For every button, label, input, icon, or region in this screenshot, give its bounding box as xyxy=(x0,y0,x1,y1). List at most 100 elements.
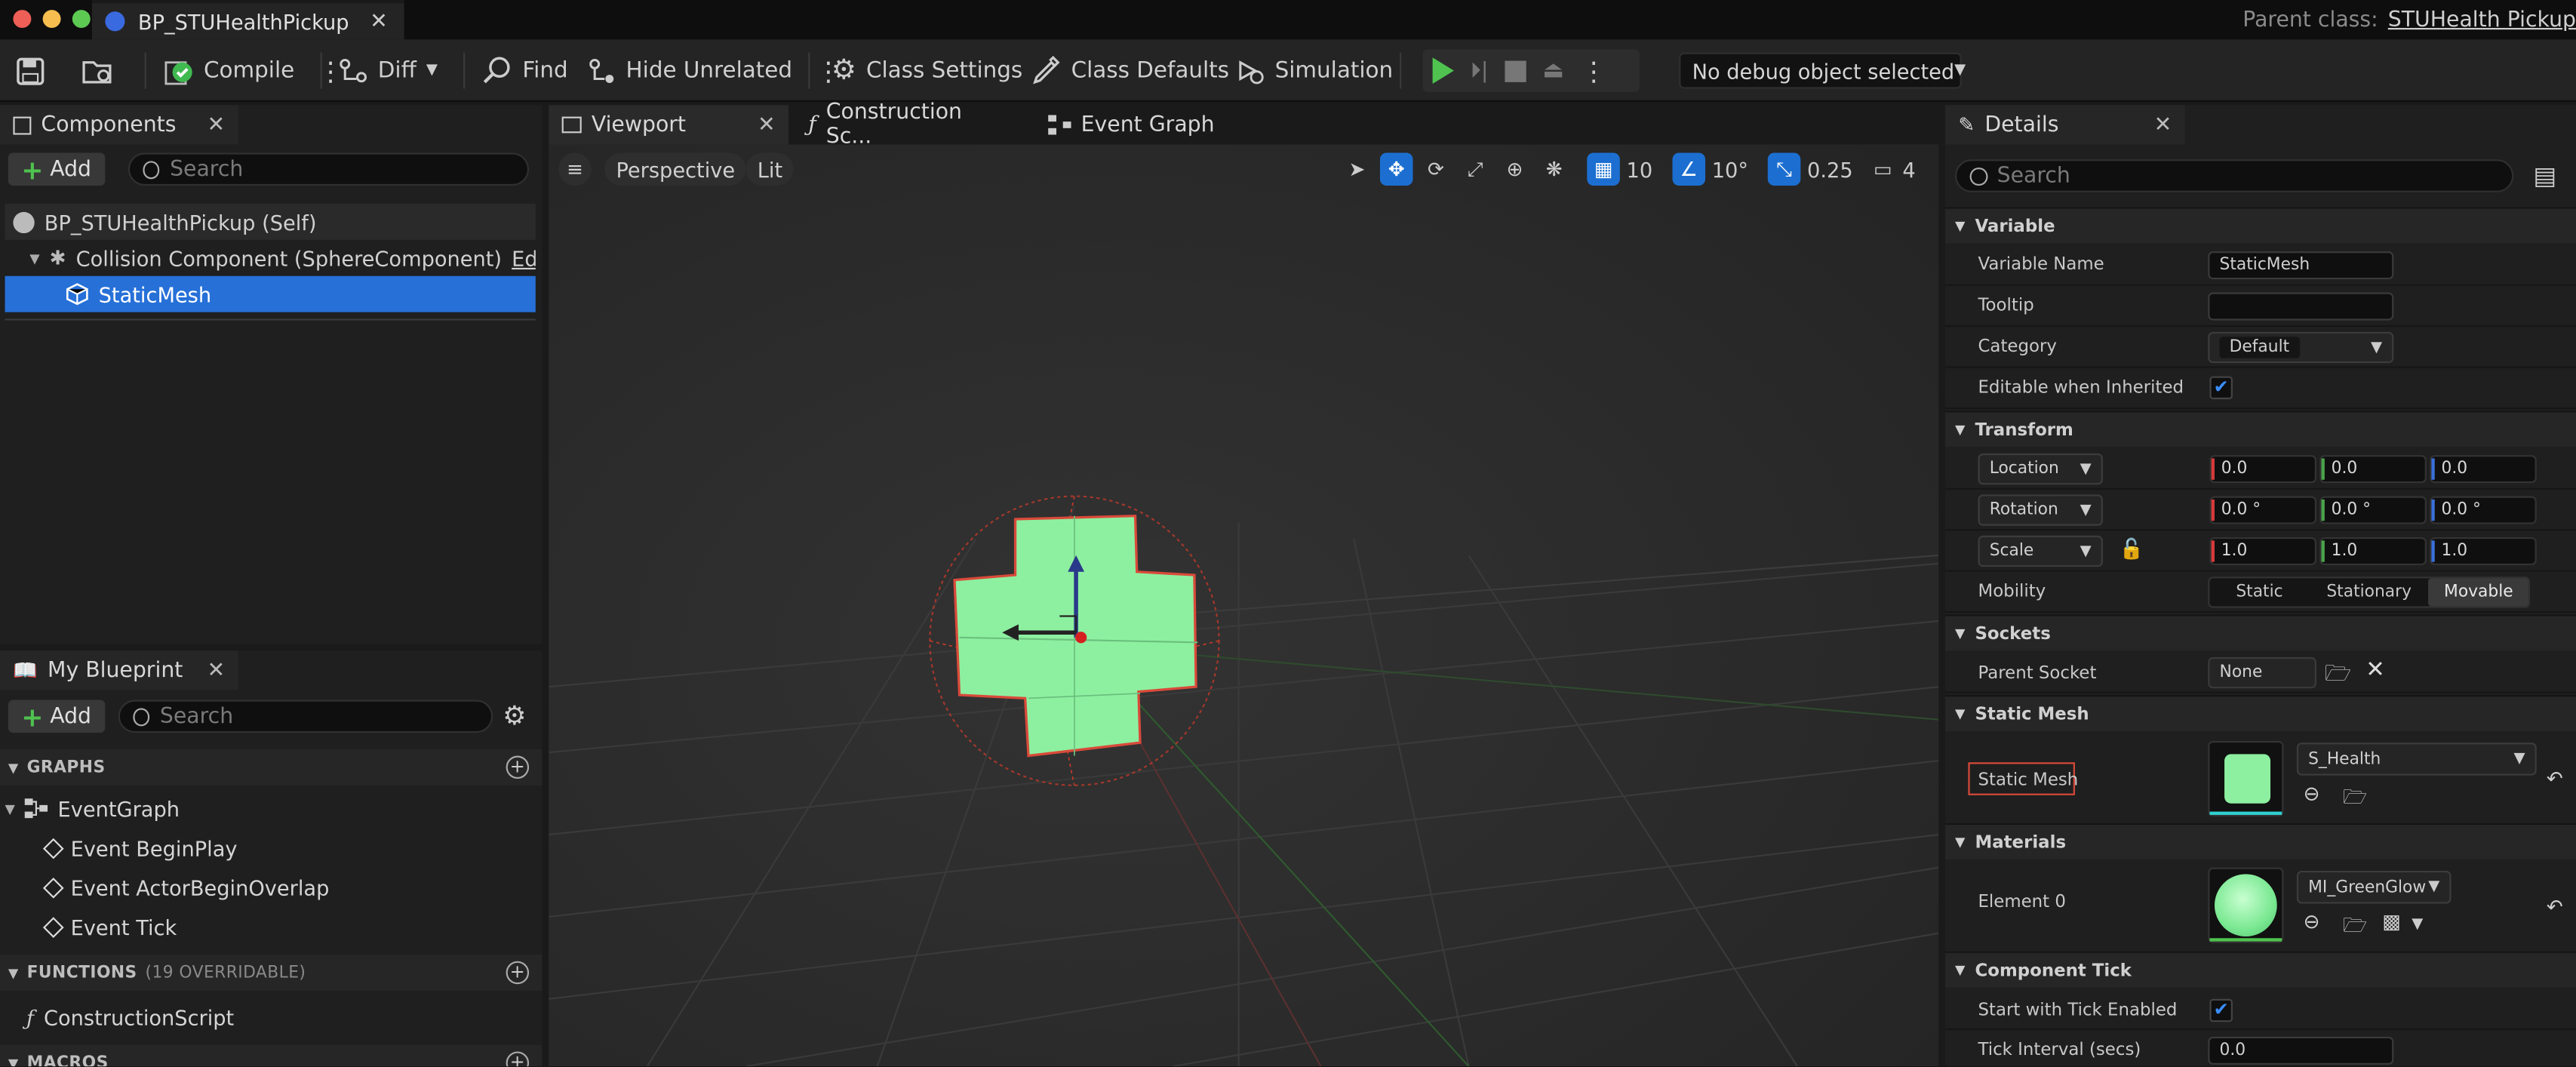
event-item[interactable]: Event ActorBeginOverlap xyxy=(42,868,329,907)
rotate-icon[interactable]: ⟳ xyxy=(1419,152,1452,186)
static-mesh-combo[interactable]: S_Health ▼ xyxy=(2296,743,2537,776)
perspective-button[interactable]: Perspective xyxy=(604,152,747,186)
scale-mode-combo[interactable]: Scale ▼ xyxy=(1978,535,2103,567)
minimize-window-button[interactable] xyxy=(42,10,61,29)
camera-speed[interactable]: ▭ 4 xyxy=(1870,152,1916,186)
reset-arrow-icon[interactable]: ↶ xyxy=(2547,896,2563,918)
select-cursor-icon[interactable]: ➤ xyxy=(1341,152,1374,186)
scale-x-field[interactable]: 1.0 xyxy=(2209,537,2316,565)
details-search[interactable] xyxy=(1954,159,2514,192)
event-item[interactable]: Event BeginPlay xyxy=(42,828,238,867)
materials-section[interactable]: ▼ Materials xyxy=(1944,823,2576,859)
class-defaults-button[interactable]: Class Defaults xyxy=(1031,39,1229,102)
parent-socket-field[interactable]: None xyxy=(2208,656,2316,689)
asset-tab[interactable]: BP_STUHealthPickup ✕ xyxy=(91,0,404,40)
transform-section[interactable]: ▼ Transform xyxy=(1944,411,2576,447)
material-combo[interactable]: MI_GreenGlow ▼ xyxy=(2296,870,2452,904)
maximize-window-button[interactable] xyxy=(72,10,91,29)
tab-event-graph[interactable]: Event Graph xyxy=(1035,105,1232,144)
my-blueprint-tab[interactable]: 📖 My Blueprint ✕ xyxy=(0,650,238,690)
static-mesh-section[interactable]: ▼ Static Mesh xyxy=(1944,694,2576,731)
find-button[interactable]: Find xyxy=(483,39,568,102)
checker-texture-icon[interactable]: ▩ xyxy=(2382,910,2401,933)
play-options-icon[interactable]: ⋮ xyxy=(1581,55,1607,86)
rotation-mode-combo[interactable]: Rotation ▼ xyxy=(1978,494,2103,526)
material-thumbnail[interactable] xyxy=(2208,867,2284,943)
components-search-input[interactable] xyxy=(170,156,527,182)
tree-item-collision[interactable]: ▼ ✱ Collision Component (SphereComponent… xyxy=(29,240,536,276)
details-search-input[interactable] xyxy=(1997,163,2513,189)
variable-name-field[interactable]: StaticMesh xyxy=(2208,251,2394,280)
graphs-section[interactable]: ▼ GRAPHS + xyxy=(0,749,543,786)
category-combo[interactable]: Default ▼ xyxy=(2208,331,2394,364)
mobility-movable[interactable]: Movable xyxy=(2428,578,2528,607)
close-window-button[interactable] xyxy=(13,10,32,29)
scale-y-field[interactable]: 1.0 xyxy=(2319,537,2427,565)
rotation-y-field[interactable]: 0.0 ° xyxy=(2319,496,2427,524)
debug-object-select[interactable]: No debug object selected ▼ xyxy=(1679,52,1966,89)
lock-icon[interactable]: 🔓 xyxy=(2120,537,2144,560)
static-mesh-thumbnail[interactable] xyxy=(2208,740,2284,817)
surface-snapping-icon[interactable]: ❋ xyxy=(1538,152,1571,186)
class-settings-button[interactable]: ⚙ Class Settings xyxy=(832,39,1023,102)
event-graph-item[interactable]: ▼ EventGraph xyxy=(5,789,180,828)
clear-x-icon[interactable]: ✕ xyxy=(2365,657,2385,684)
grid-snap[interactable]: ▦ 10 xyxy=(1587,152,1652,186)
sockets-section[interactable]: ▼ Sockets xyxy=(1944,614,2576,651)
mobility-stationary[interactable]: Stationary xyxy=(2309,583,2428,601)
close-icon[interactable]: ✕ xyxy=(758,112,776,137)
close-icon[interactable]: ✕ xyxy=(2154,112,2172,137)
save-button[interactable] xyxy=(17,39,45,102)
tooltip-field[interactable] xyxy=(2208,292,2394,321)
component-tick-section[interactable]: ▼ Component Tick xyxy=(1944,951,2576,988)
components-tab[interactable]: Components ✕ xyxy=(0,105,238,145)
close-icon[interactable]: ✕ xyxy=(207,112,226,137)
socket-browse-icon[interactable]: 🗁 xyxy=(2325,659,2351,695)
diff-button[interactable]: Diff ▼ xyxy=(339,39,438,102)
location-z-field[interactable]: 0.0 xyxy=(2430,455,2537,484)
collapse-arrow-icon[interactable]: ▼ xyxy=(5,801,15,816)
tree-item-self[interactable]: BP_STUHealthPickup (Self) xyxy=(13,204,317,240)
construction-script-item[interactable]: ƒ ConstructionScript xyxy=(26,998,234,1037)
play-icon[interactable] xyxy=(1432,57,1454,85)
browse-button[interactable] xyxy=(82,39,113,102)
rotation-snap[interactable]: ∠ 10° xyxy=(1672,152,1748,186)
browse-asset-icon[interactable]: 🗁 xyxy=(2343,782,2367,816)
location-x-field[interactable]: 0.0 xyxy=(2209,455,2316,484)
event-item[interactable]: Event Tick xyxy=(42,907,177,946)
details-tab[interactable]: ✎ Details ✕ xyxy=(1944,105,2185,145)
rotation-x-field[interactable]: 0.0 ° xyxy=(2209,496,2316,524)
macros-section[interactable]: ▼ MACROS + xyxy=(0,1044,543,1067)
variable-section[interactable]: ▼ Variable xyxy=(1944,207,2576,244)
tree-item-staticmesh[interactable]: StaticMesh xyxy=(66,276,211,312)
use-selected-icon[interactable]: ⊖ xyxy=(2304,910,2320,933)
scale-z-field[interactable]: 1.0 xyxy=(2430,537,2537,565)
close-icon[interactable]: ✕ xyxy=(370,9,388,34)
edit-in-cpp-link[interactable]: Edit in C++ xyxy=(512,246,536,271)
settings-gear-icon[interactable]: ⚙ xyxy=(503,700,526,731)
move-arrows-icon[interactable]: ✥ xyxy=(1379,152,1413,186)
add-macro-icon[interactable]: + xyxy=(506,1051,530,1067)
viewport[interactable]: ≡ Perspective Lit ➤ ✥ ⟳ ⤢ ⊕ ❋ ▦ 10 ∠ 10°… xyxy=(549,144,1939,1067)
my-blueprint-search[interactable] xyxy=(118,700,493,733)
world-coordinates-icon[interactable]: ⊕ xyxy=(1499,152,1532,186)
hide-unrelated-button[interactable]: Hide Unrelated ⋮ xyxy=(588,39,841,102)
viewport-scene[interactable] xyxy=(549,144,1939,1067)
functions-section[interactable]: ▼ FUNCTIONS (19 OVERRIDABLE) + xyxy=(0,955,543,991)
location-y-field[interactable]: 0.0 xyxy=(2319,455,2427,484)
editable-inherited-checkbox[interactable]: ✔ xyxy=(2209,376,2233,400)
chevron-down-icon[interactable]: ▼ xyxy=(2412,917,2423,933)
stop-icon[interactable] xyxy=(1505,60,1526,81)
compile-button[interactable]: Compile ⋮ xyxy=(164,39,344,102)
browse-asset-icon[interactable]: 🗁 xyxy=(2343,910,2367,945)
add-graph-icon[interactable]: + xyxy=(506,755,530,779)
scale-snap[interactable]: ⤡ 0.25 xyxy=(1767,152,1853,186)
scale-icon[interactable]: ⤢ xyxy=(1459,152,1492,186)
start-tick-checkbox[interactable]: ✔ xyxy=(2209,998,2233,1022)
rotation-z-field[interactable]: 0.0 ° xyxy=(2430,496,2537,524)
mobility-static[interactable]: Static xyxy=(2209,583,2309,601)
parent-class-link[interactable]: STUHealth Pickup xyxy=(2388,8,2576,32)
reset-arrow-icon[interactable]: ↶ xyxy=(2547,767,2563,790)
add-component-button[interactable]: + Add xyxy=(8,152,105,186)
simulation-button[interactable]: Simulation xyxy=(1235,39,1393,102)
